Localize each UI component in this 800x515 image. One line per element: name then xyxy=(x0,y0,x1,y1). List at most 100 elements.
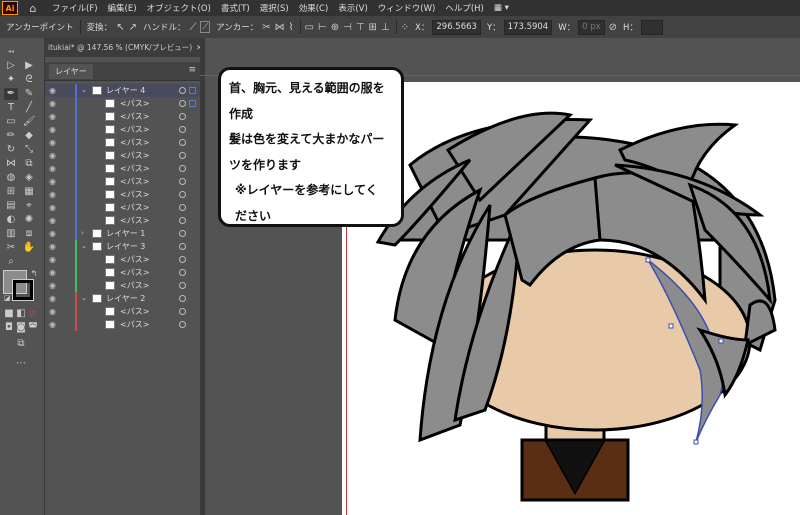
path-name[interactable]: <パス> xyxy=(120,97,149,110)
path-name[interactable]: <パス> xyxy=(120,188,149,201)
target-circle-icon[interactable] xyxy=(179,321,186,328)
layer-name[interactable]: レイヤー 2 xyxy=(106,292,145,305)
path-row[interactable]: ◉ <パス> xyxy=(45,279,200,292)
screen-mode-icon[interactable]: ⧉ xyxy=(14,338,28,350)
slice-tool-icon[interactable]: ✂ xyxy=(4,242,18,254)
target-circle-icon[interactable] xyxy=(179,282,186,289)
visibility-eye-icon[interactable]: ◉ xyxy=(49,292,56,305)
path-name[interactable]: <パス> xyxy=(120,266,149,279)
path-row[interactable]: ◉ <パス> xyxy=(45,97,200,110)
visibility-eye-icon[interactable]: ◉ xyxy=(49,97,56,110)
gradient-tool-icon[interactable]: ▤ xyxy=(4,200,18,212)
visibility-eye-icon[interactable]: ◉ xyxy=(49,123,56,136)
menu-object[interactable]: オブジェクト(O) xyxy=(147,2,211,14)
path-row[interactable]: ◉ <パス> xyxy=(45,253,200,266)
target-circle-icon[interactable] xyxy=(179,139,186,146)
live-paint-tool-icon[interactable]: ◈ xyxy=(22,172,36,184)
path-row[interactable]: ◉ <パス> xyxy=(45,162,200,175)
visibility-eye-icon[interactable]: ◉ xyxy=(49,84,56,97)
lasso-tool-icon[interactable]: ᘓ xyxy=(22,74,36,86)
path-name[interactable]: <パス> xyxy=(120,149,149,162)
free-transform-tool-icon[interactable]: ⧉ xyxy=(22,158,36,170)
h-field[interactable] xyxy=(640,19,663,35)
path-row[interactable]: ◉ <パス> xyxy=(45,201,200,214)
path-row[interactable]: ◉ <パス> xyxy=(45,136,200,149)
path-name[interactable]: <パス> xyxy=(120,175,149,188)
zoom-tool-icon[interactable]: ⌕ xyxy=(4,256,18,268)
path-row[interactable]: ◉ <パス> xyxy=(45,318,200,331)
connect-anchor-icon[interactable]: ⋈ xyxy=(275,22,285,33)
expand-arrow-icon[interactable]: ⌄ xyxy=(81,292,87,305)
curvature-tool-icon[interactable]: ✎ xyxy=(22,88,36,100)
cut-path-icon[interactable]: ⌇ xyxy=(289,22,294,33)
path-row[interactable]: ◉ <パス> xyxy=(45,188,200,201)
path-name[interactable]: <パス> xyxy=(120,162,149,175)
layer-row[interactable]: ◉ ⌄ レイヤー 3 xyxy=(45,240,200,253)
target-circle-icon[interactable] xyxy=(179,308,186,315)
blend-tool-icon[interactable]: ◐ xyxy=(4,214,18,226)
character-artwork[interactable] xyxy=(340,100,800,515)
menu-select[interactable]: 選択(S) xyxy=(260,2,289,14)
draw-inside-icon[interactable]: ◚ xyxy=(26,322,40,334)
eraser-tool-icon[interactable]: ◆ xyxy=(22,130,36,142)
rectangle-tool-icon[interactable]: ▭ xyxy=(4,116,18,128)
target-circle-icon[interactable] xyxy=(179,152,186,159)
none-mode-icon[interactable]: ⧄ xyxy=(26,308,40,320)
remove-anchor-icon[interactable]: ✂ xyxy=(262,22,270,33)
selection-tool-icon[interactable]: ▷ xyxy=(4,60,18,72)
line-tool-icon[interactable]: ╱ xyxy=(22,102,36,114)
layers-tab[interactable]: レイヤー xyxy=(49,64,93,79)
path-row[interactable]: ◉ <パス> xyxy=(45,149,200,162)
shape-builder-tool-icon[interactable]: ◍ xyxy=(4,172,18,184)
visibility-eye-icon[interactable]: ◉ xyxy=(49,318,56,331)
path-name[interactable]: <パス> xyxy=(120,279,149,292)
symbol-sprayer-tool-icon[interactable]: ✺ xyxy=(22,214,36,226)
path-name[interactable]: <パス> xyxy=(120,110,149,123)
default-colors-icon[interactable]: ◪ xyxy=(0,292,14,304)
align-bottom-icon[interactable]: ⊥ xyxy=(381,22,390,33)
visibility-eye-icon[interactable]: ◉ xyxy=(49,253,56,266)
perspective-grid-tool-icon[interactable]: ⊞ xyxy=(4,186,18,198)
layer-name[interactable]: レイヤー 4 xyxy=(106,84,145,97)
magic-wand-tool-icon[interactable]: ✦ xyxy=(4,74,18,86)
menu-window[interactable]: ウィンドウ(W) xyxy=(378,2,436,14)
visibility-eye-icon[interactable]: ◉ xyxy=(49,175,56,188)
expand-arrow-icon[interactable]: › xyxy=(81,227,84,240)
target-circle-icon[interactable] xyxy=(179,243,186,250)
artboard-tool-icon[interactable]: ⧈ xyxy=(22,228,36,240)
reference-point-icon[interactable]: ⁘ xyxy=(401,22,409,33)
path-name[interactable]: <パス> xyxy=(120,253,149,266)
home-icon[interactable]: ⌂ xyxy=(24,2,42,15)
direct-selection-tool-icon[interactable]: ▶ xyxy=(22,60,36,72)
document-tab[interactable]: itukiai* @ 147.56 % (CMYK/プレビュー)✕ xyxy=(45,38,202,57)
menu-effect[interactable]: 効果(C) xyxy=(299,2,329,14)
eyedropper-tool-icon[interactable]: ⌖ xyxy=(22,200,36,212)
align-left-icon[interactable]: ⊢ xyxy=(318,22,327,33)
scale-tool-icon[interactable]: ⤡ xyxy=(22,144,36,156)
target-circle-icon[interactable] xyxy=(179,295,186,302)
visibility-eye-icon[interactable]: ◉ xyxy=(49,214,56,227)
target-circle-icon[interactable] xyxy=(179,100,186,107)
stroke-swatch[interactable] xyxy=(12,279,34,301)
column-graph-tool-icon[interactable]: ▥ xyxy=(4,228,18,240)
target-circle-icon[interactable] xyxy=(179,178,186,185)
link-icon[interactable]: ⊘ xyxy=(609,22,617,33)
mesh-tool-icon[interactable]: ▦ xyxy=(22,186,36,198)
path-row[interactable]: ◉ <パス> xyxy=(45,305,200,318)
path-name[interactable]: <パス> xyxy=(120,214,149,227)
width-tool-icon[interactable]: ⋈ xyxy=(4,158,18,170)
target-circle-icon[interactable] xyxy=(179,113,186,120)
menu-view[interactable]: 表示(V) xyxy=(338,2,367,14)
layer-row[interactable]: ◉ ⌄ レイヤー 2 xyxy=(45,292,200,305)
show-handles-icon[interactable]: ⟋ xyxy=(189,22,196,33)
visibility-eye-icon[interactable]: ◉ xyxy=(49,240,56,253)
target-circle-icon[interactable] xyxy=(179,217,186,224)
path-name[interactable]: <パス> xyxy=(120,201,149,214)
path-row[interactable]: ◉ <パス> xyxy=(45,123,200,136)
collapse-icon[interactable]: ◂◂ xyxy=(4,46,18,58)
menu-file[interactable]: ファイル(F) xyxy=(52,2,98,14)
visibility-eye-icon[interactable]: ◉ xyxy=(49,149,56,162)
target-circle-icon[interactable] xyxy=(179,230,186,237)
target-circle-icon[interactable] xyxy=(179,87,186,94)
menu-type[interactable]: 書式(T) xyxy=(221,2,250,14)
